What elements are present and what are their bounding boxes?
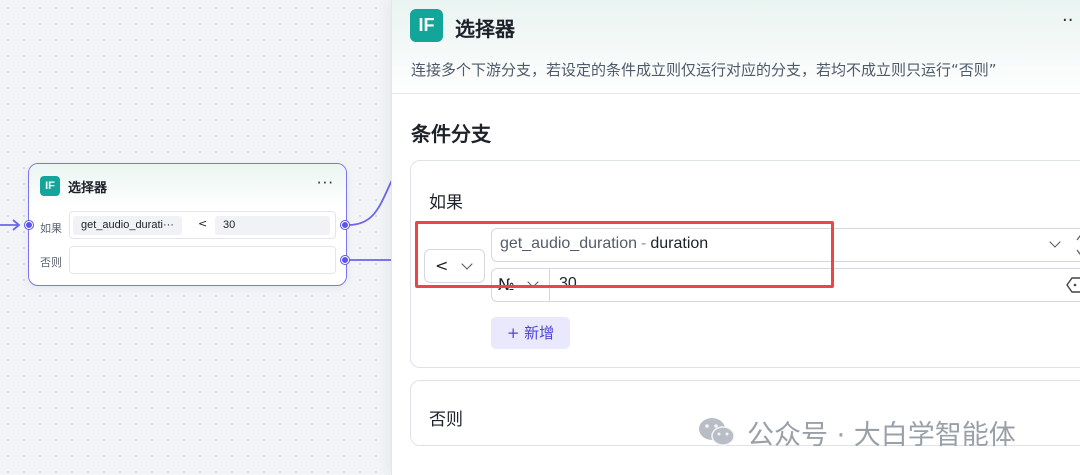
panel-header: IF 选择器 ·· 连接多个下游分支，若设定的条件成立则仅运行对应的分支，若均不… <box>392 0 1080 94</box>
if-branch-edge <box>347 179 392 226</box>
node-header: IF 选择器 ··· <box>29 164 346 208</box>
variable-field: duration <box>650 235 709 252</box>
value-type: № <box>498 275 515 294</box>
add-condition-button[interactable]: + 新增 <box>491 317 570 349</box>
value-type-select[interactable]: № <box>492 269 550 301</box>
else-branch-label: 否则 <box>429 410 463 430</box>
variable-insert-icon[interactable] <box>1065 276 1080 294</box>
node-else-output-port[interactable] <box>341 256 349 264</box>
condition-value: 30 <box>559 275 577 292</box>
node-condition-value: 30 <box>215 216 330 235</box>
node-else-label: 否则 <box>40 256 62 269</box>
panel-description: 连接多个下游分支，若设定的条件成立则仅运行对应的分支，若均不成立则只运行“否则” <box>411 61 997 79</box>
node-if-output-port[interactable] <box>341 221 349 229</box>
value-input[interactable]: № 30 <box>491 268 1080 302</box>
variable-separator: - <box>641 235 647 252</box>
if-branch-label: 如果 <box>429 193 463 213</box>
node-condition-variable: get_audio_durati··· <box>73 216 182 235</box>
node-more-icon[interactable]: ··· <box>317 174 334 192</box>
if-node-icon: IF <box>40 176 60 196</box>
selector-node[interactable]: IF 选择器 ··· 如果 get_audio_durati··· < 30 否… <box>28 163 347 286</box>
node-if-label: 如果 <box>40 222 62 235</box>
node-else-row <box>69 246 336 274</box>
panel-more-icon[interactable]: ·· <box>1062 10 1073 31</box>
operator-value: < <box>435 256 449 275</box>
chevron-down-icon <box>461 258 473 270</box>
variable-select[interactable]: get_audio_duration - duration <box>491 228 1080 262</box>
variable-name: get_audio_duration <box>500 235 638 252</box>
node-title: 选择器 <box>68 181 108 196</box>
operator-select[interactable]: < <box>424 249 485 283</box>
if-panel-icon: IF <box>410 9 443 42</box>
watermark-text: 公众号 · 大白学智能体 <box>747 419 1016 451</box>
chevron-down-icon <box>527 276 539 288</box>
node-condition-operator: < <box>198 217 208 230</box>
node-config-panel: IF 选择器 ·· 连接多个下游分支，若设定的条件成立则仅运行对应的分支，若均不… <box>391 0 1080 475</box>
chevron-down-icon <box>1049 236 1061 248</box>
node-input-port[interactable] <box>25 221 33 229</box>
scroll-stepper-icon[interactable] <box>1075 234 1080 256</box>
watermark: 公众号 · 大白学智能体 <box>697 413 1016 451</box>
wechat-icon <box>699 418 735 446</box>
section-title: 条件分支 <box>411 122 491 146</box>
node-if-condition[interactable]: get_audio_durati··· < 30 <box>69 211 336 239</box>
panel-title: 选择器 <box>455 17 515 41</box>
variable-text: get_audio_duration - duration <box>500 235 708 253</box>
